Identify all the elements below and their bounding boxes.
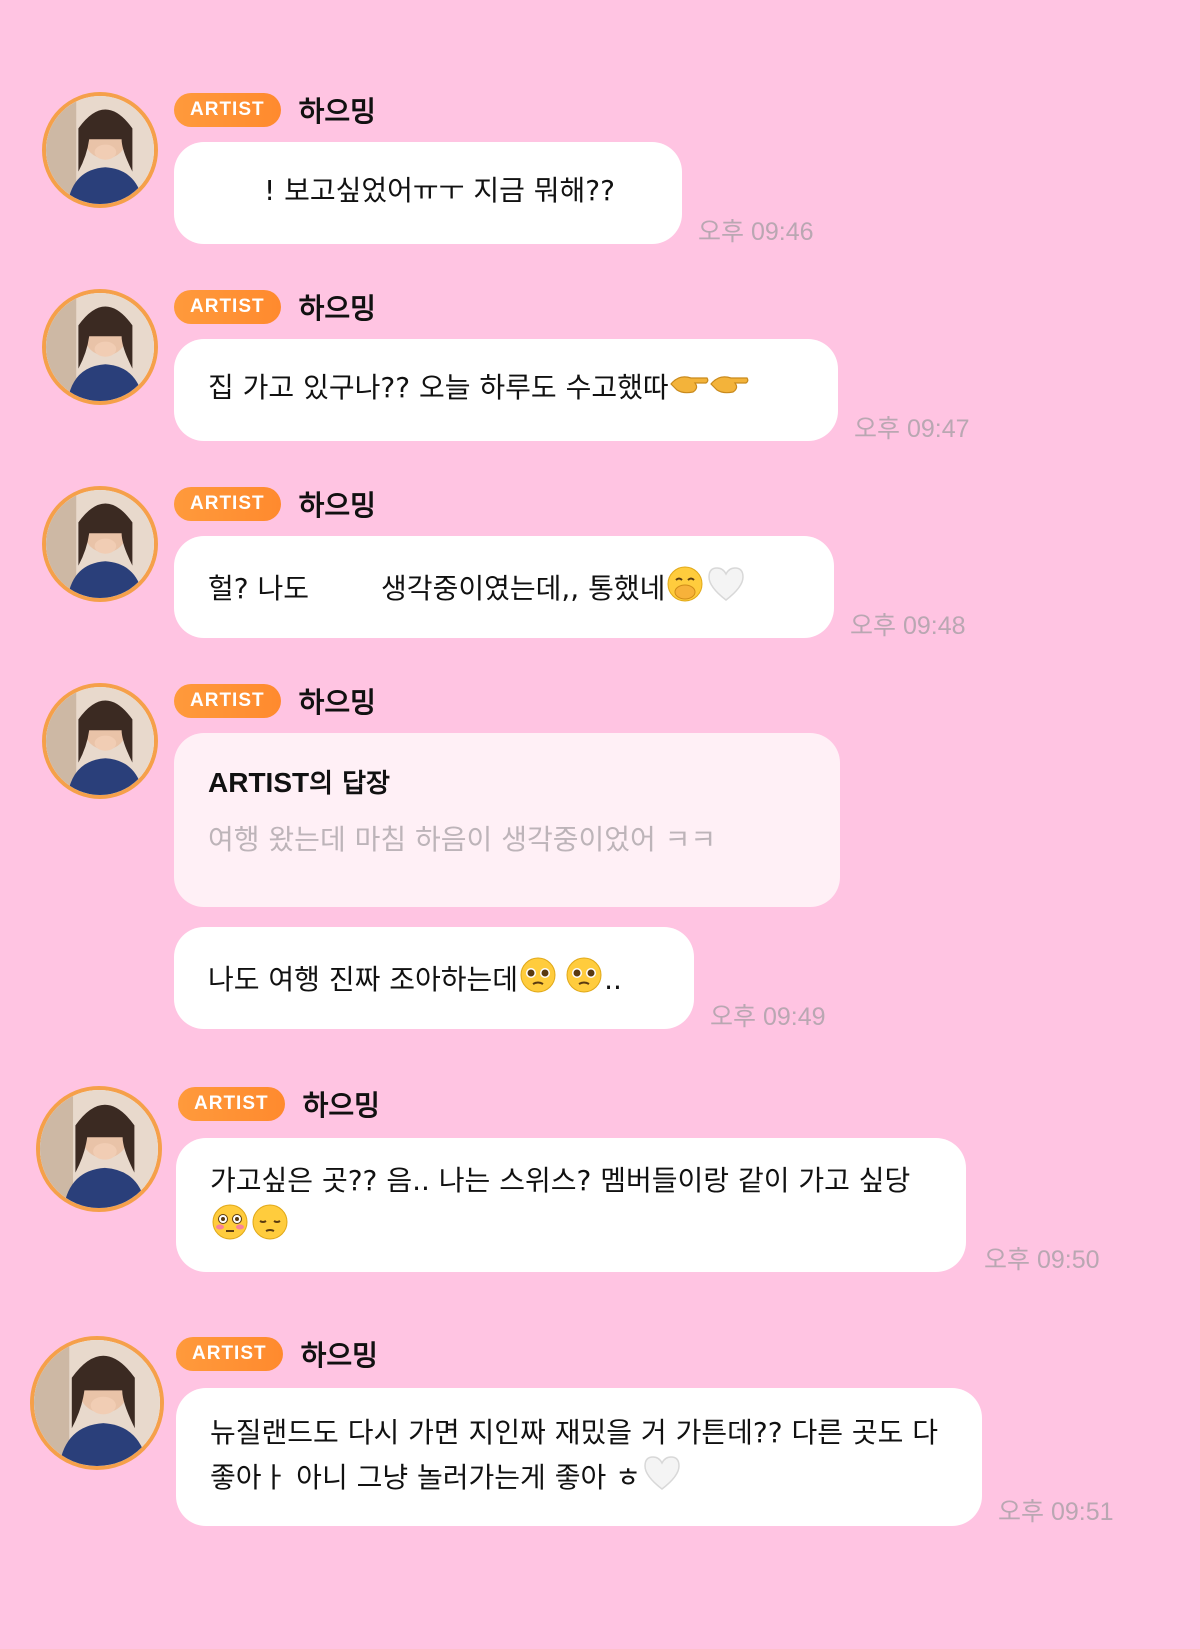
message-text: 나도 여행 진짜 조아하는데 bbox=[208, 963, 519, 996]
message-time: 오후 09:47 bbox=[854, 415, 970, 443]
avatar[interactable] bbox=[42, 289, 158, 405]
sender-name: 하으밍 bbox=[298, 292, 376, 325]
message-text: 헐? 나도 bbox=[208, 572, 310, 605]
avatar[interactable] bbox=[36, 1086, 162, 1212]
artist-badge: ARTIST bbox=[174, 93, 281, 127]
avatar[interactable] bbox=[30, 1336, 164, 1470]
message-bubble[interactable]: 헐? 나도 생각중이였는데,, 통했네 bbox=[174, 536, 834, 638]
message-text: .. bbox=[604, 963, 622, 996]
avatar[interactable] bbox=[42, 486, 158, 602]
message-time: 오후 09:46 bbox=[698, 218, 814, 246]
message-text: ! 보고싶었어ㅠㅜ 지금 뭐해?? bbox=[264, 174, 616, 207]
message-text: 집 가고 있구나?? 오늘 하루도 수고했따 bbox=[208, 371, 669, 404]
white-heart-icon bbox=[705, 565, 747, 615]
message-header: ARTIST 하으밍 bbox=[174, 90, 376, 130]
artist-badge: ARTIST bbox=[174, 290, 281, 324]
message-bubble[interactable]: 나도 여행 진짜 조아하는데.. bbox=[174, 927, 694, 1029]
white-heart-icon bbox=[641, 1454, 683, 1504]
artist-badge: ARTIST bbox=[176, 1337, 283, 1371]
message-header: ARTIST 하으밍 bbox=[176, 1334, 378, 1374]
message-header: ARTIST 하으밍 bbox=[174, 287, 376, 327]
avatar[interactable] bbox=[42, 92, 158, 208]
message-bubble[interactable]: 집 가고 있구나?? 오늘 하루도 수고했따 bbox=[174, 339, 838, 441]
message-bubble[interactable]: ! 보고싶었어ㅠㅜ 지금 뭐해?? bbox=[174, 142, 682, 244]
message-text: 가고싶은 곳?? 음.. 나는 스위스? 멤버들이랑 같이 가고 싶당 bbox=[210, 1164, 911, 1197]
message-bubble[interactable]: 가고싶은 곳?? 음.. 나는 스위스? 멤버들이랑 같이 가고 싶당 bbox=[176, 1138, 966, 1272]
message-time: 오후 09:51 bbox=[998, 1498, 1114, 1526]
message-header: ARTIST 하으밍 bbox=[174, 681, 376, 721]
avatar[interactable] bbox=[42, 683, 158, 799]
reply-quote[interactable]: ARTIST의 답장 여행 왔는데 마침 하음이 생각중이었어 ㅋㅋ bbox=[174, 733, 840, 907]
hand-over-mouth-icon bbox=[665, 564, 705, 616]
message-time: 오후 09:49 bbox=[710, 1003, 826, 1031]
hand-pointing-icon bbox=[669, 368, 709, 410]
pleading-face-icon bbox=[564, 955, 604, 1007]
message-text: 뉴질랜드도 다시 가면 지인짜 재밌을 거 가튼데?? 다른 곳도 다 좋아ㅏ … bbox=[210, 1416, 939, 1494]
pensive-face-icon bbox=[250, 1202, 290, 1254]
message-time: 오후 09:48 bbox=[850, 612, 966, 640]
artist-badge: ARTIST bbox=[174, 487, 281, 521]
reply-label: ARTIST의 답장 bbox=[208, 767, 390, 799]
message-bubble[interactable]: 뉴질랜드도 다시 가면 지인짜 재밌을 거 가튼데?? 다른 곳도 다 좋아ㅏ … bbox=[176, 1388, 982, 1526]
sender-name: 하으밍 bbox=[302, 1089, 380, 1122]
sender-name: 하으밍 bbox=[298, 686, 376, 719]
message-header: ARTIST 하으밍 bbox=[178, 1084, 380, 1124]
hand-pointing-icon bbox=[709, 368, 749, 410]
flushed-face-icon bbox=[210, 1202, 250, 1254]
pleading-face-icon bbox=[518, 955, 558, 1007]
artist-badge: ARTIST bbox=[174, 684, 281, 718]
artist-badge: ARTIST bbox=[178, 1087, 285, 1121]
reply-text: 여행 왔는데 마침 하음이 생각중이었어 ㅋㅋ bbox=[208, 823, 717, 856]
sender-name: 하으밍 bbox=[298, 95, 376, 128]
message-time: 오후 09:50 bbox=[984, 1246, 1100, 1274]
message-text: 생각중이였는데,, 통했네 bbox=[381, 572, 666, 605]
message-header: ARTIST 하으밍 bbox=[174, 484, 376, 524]
sender-name: 하으밍 bbox=[300, 1339, 378, 1372]
sender-name: 하으밍 bbox=[298, 489, 376, 522]
